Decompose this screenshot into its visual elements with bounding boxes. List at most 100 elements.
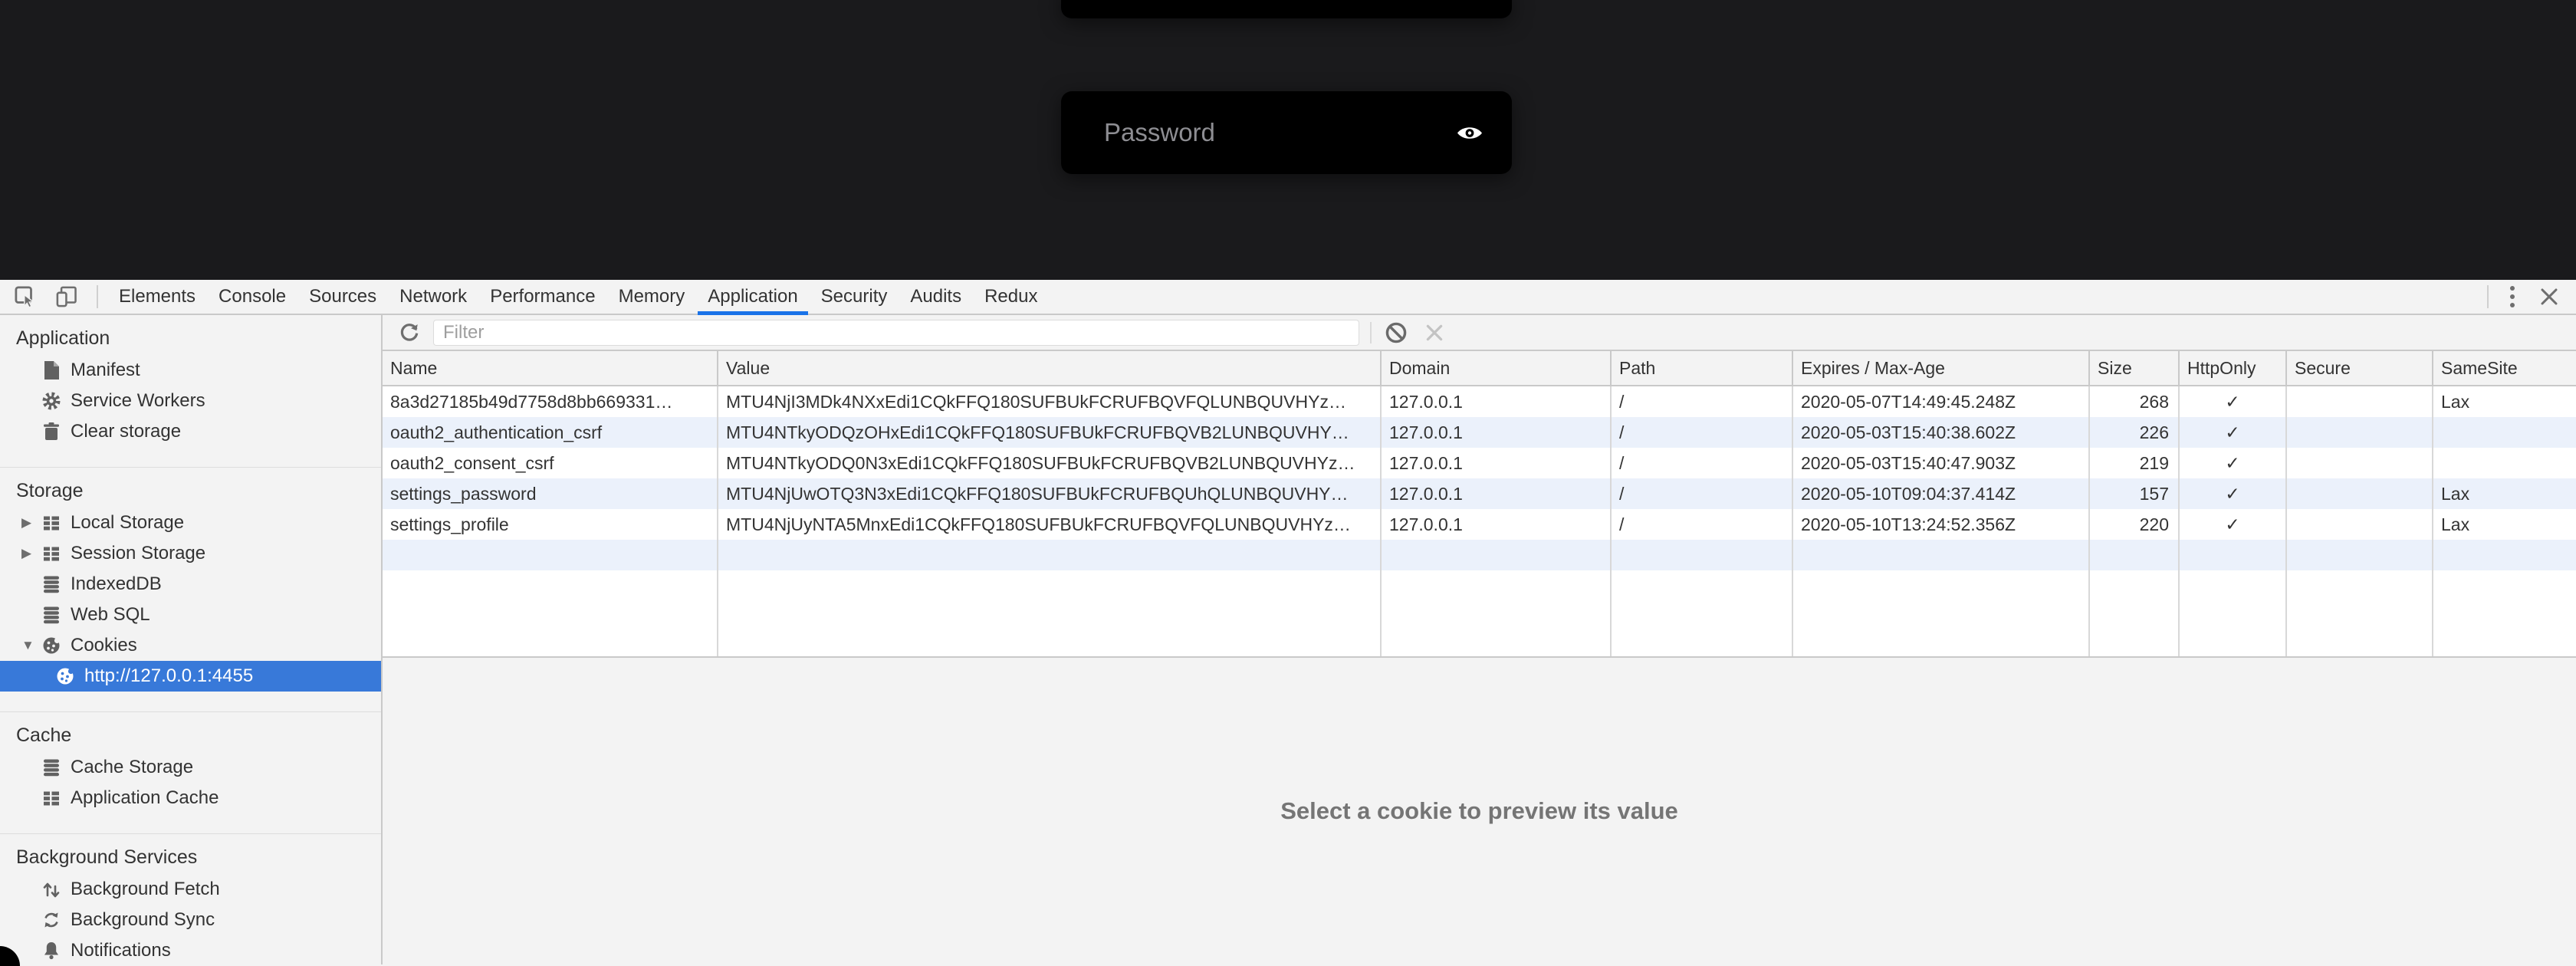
sidebar-item-session-storage[interactable]: ▶ Session Storage [0, 538, 381, 569]
sidebar-item-cookies[interactable]: ▼ Cookies [0, 630, 381, 661]
collapse-arrow-icon[interactable]: ▼ [21, 638, 41, 653]
cookie-filter-input[interactable] [433, 320, 1359, 346]
empty-cell [2287, 540, 2433, 570]
empty-cell [1612, 540, 1793, 570]
sidebar-item-notifications[interactable]: Notifications [0, 935, 381, 964]
expand-arrow-icon[interactable]: ▶ [21, 515, 41, 531]
sidebar-item-indexeddb[interactable]: IndexedDB [0, 569, 381, 600]
tab-audits[interactable]: Audits [899, 280, 973, 314]
cookie-expires-cell: 2020-05-03T15:40:38.602Z [1793, 417, 2090, 448]
sidebar-item-manifest[interactable]: Manifest [0, 355, 381, 386]
empty-cell [2090, 540, 2180, 570]
sidebar-item-web-sql[interactable]: Web SQL [0, 600, 381, 630]
cookie-domain-cell: 127.0.0.1 [1382, 448, 1612, 478]
sidebar-item-cache-storage[interactable]: Cache Storage [0, 752, 381, 783]
sidebar-item-local-storage[interactable]: ▶ Local Storage [0, 508, 381, 538]
password-input[interactable] [1104, 118, 1457, 147]
cookie-row[interactable]: oauth2_authentication_csrf MTU4NTkyODQzO… [383, 417, 2576, 448]
cookie-domain-cell: 127.0.0.1 [1382, 509, 1612, 540]
empty-cell [1382, 540, 1612, 570]
sync-circular-arrows-icon [41, 910, 61, 930]
cookie-samesite-cell [2433, 448, 2576, 478]
cookie-value-cell: MTU4NTkyODQzOHxEdi1CQkFFQ180SUFBUkFCRUFB… [718, 417, 1382, 448]
sidebar-item-label: IndexedDB [71, 573, 162, 595]
refresh-icon[interactable] [398, 321, 421, 344]
cookie-secure-cell [2287, 417, 2433, 448]
cookie-row[interactable]: settings_password MTU4NjUwOTQ3N3xEdi1CQk… [383, 478, 2576, 509]
up-down-arrows-icon [41, 879, 61, 899]
sidebar-section-background-services: Background Services Background Fetch [0, 833, 381, 964]
sidebar-item-application-cache[interactable]: Application Cache [0, 783, 381, 813]
expand-arrow-icon[interactable]: ▶ [21, 546, 41, 561]
sidebar-item-cookies-host[interactable]: http://127.0.0.1:4455 [0, 661, 381, 692]
column-header-expires[interactable]: Expires / Max-Age [1793, 351, 2090, 385]
empty-cell [2433, 570, 2576, 656]
cookie-preview-pane: Select a cookie to preview its value [383, 656, 2576, 964]
cookie-value-cell: MTU4NTkyODQ0N3xEdi1CQkFFQ180SUFBUkFCRUFB… [718, 448, 1382, 478]
tab-sources[interactable]: Sources [297, 280, 388, 314]
table-grid-icon [41, 513, 61, 533]
tab-console[interactable]: Console [207, 280, 297, 314]
delete-selected-icon[interactable] [1424, 322, 1445, 343]
show-password-eye-icon[interactable] [1457, 124, 1483, 142]
cookie-icon [55, 666, 75, 686]
column-header-value[interactable]: Value [718, 351, 1382, 385]
tab-redux[interactable]: Redux [973, 280, 1049, 314]
cookie-path-cell: / [1612, 478, 1793, 509]
column-header-domain[interactable]: Domain [1382, 351, 1612, 385]
tab-network[interactable]: Network [388, 280, 478, 314]
kebab-menu-icon[interactable] [2509, 284, 2516, 309]
table-filler [383, 570, 2576, 656]
section-title-application: Application [0, 321, 381, 355]
empty-cell [1793, 540, 2090, 570]
cookie-httponly-cell: ✓ [2180, 417, 2287, 448]
inspect-element-icon[interactable] [14, 285, 37, 308]
password-field[interactable] [1061, 91, 1512, 174]
column-header-secure[interactable]: Secure [2287, 351, 2433, 385]
sidebar-item-service-workers[interactable]: Service Workers [0, 386, 381, 416]
cookie-row[interactable]: oauth2_consent_csrf MTU4NTkyODQ0N3xEdi1C… [383, 448, 2576, 478]
tab-memory[interactable]: Memory [607, 280, 697, 314]
sidebar-item-label: Background Fetch [71, 879, 220, 900]
cookie-table-body: 8a3d27185b49d7758d8bb669331… MTU4NjI3MDk… [383, 386, 2576, 656]
sidebar-item-label: Clear storage [71, 421, 181, 442]
sidebar-section-application: Application Manifest [0, 315, 381, 467]
sidebar-item-background-sync[interactable]: Background Sync [0, 905, 381, 935]
trash-icon [41, 422, 61, 442]
cookie-size-cell: 226 [2090, 417, 2180, 448]
empty-cell [383, 540, 718, 570]
column-header-samesite[interactable]: SameSite [2433, 351, 2576, 385]
empty-cell [2433, 540, 2576, 570]
cookie-value-cell: MTU4NjUwOTQ3N3xEdi1CQkFFQ180SUFBUkFCRUFB… [718, 478, 1382, 509]
sidebar-item-label: Cache Storage [71, 757, 193, 778]
username-field-cropped[interactable] [1061, 0, 1512, 18]
tab-application[interactable]: Application [696, 280, 809, 314]
sidebar-item-label: Service Workers [71, 390, 205, 412]
device-toolbar-icon[interactable] [55, 285, 78, 308]
sidebar-item-clear-storage[interactable]: Clear storage [0, 416, 381, 447]
cookie-domain-cell: 127.0.0.1 [1382, 386, 1612, 417]
column-header-size[interactable]: Size [2090, 351, 2180, 385]
tab-security[interactable]: Security [810, 280, 899, 314]
cookie-row[interactable]: settings_profile MTU4NjUyNTA5MnxEdi1CQkF… [383, 509, 2576, 540]
close-devtools-icon[interactable] [2539, 287, 2559, 307]
preview-placeholder-text: Select a cookie to preview its value [1280, 797, 1678, 825]
clear-all-cookies-icon[interactable] [1384, 320, 1408, 345]
column-header-httponly[interactable]: HttpOnly [2180, 351, 2287, 385]
tab-performance[interactable]: Performance [478, 280, 606, 314]
sidebar-item-label: Background Sync [71, 909, 215, 931]
column-header-name[interactable]: Name [383, 351, 718, 385]
table-grid-icon [41, 788, 61, 808]
empty-row [383, 540, 2576, 570]
cookie-secure-cell [2287, 509, 2433, 540]
sidebar-item-background-fetch[interactable]: Background Fetch [0, 874, 381, 905]
cookie-path-cell: / [1612, 386, 1793, 417]
tab-elements[interactable]: Elements [107, 280, 207, 314]
cookie-row[interactable]: 8a3d27185b49d7758d8bb669331… MTU4NjI3MDk… [383, 386, 2576, 417]
table-grid-icon [41, 544, 61, 564]
tabbar-right-controls [2487, 280, 2576, 314]
column-header-path[interactable]: Path [1612, 351, 1793, 385]
cookie-secure-cell [2287, 448, 2433, 478]
cookie-size-cell: 219 [2090, 448, 2180, 478]
section-title-background-services: Background Services [0, 840, 381, 874]
